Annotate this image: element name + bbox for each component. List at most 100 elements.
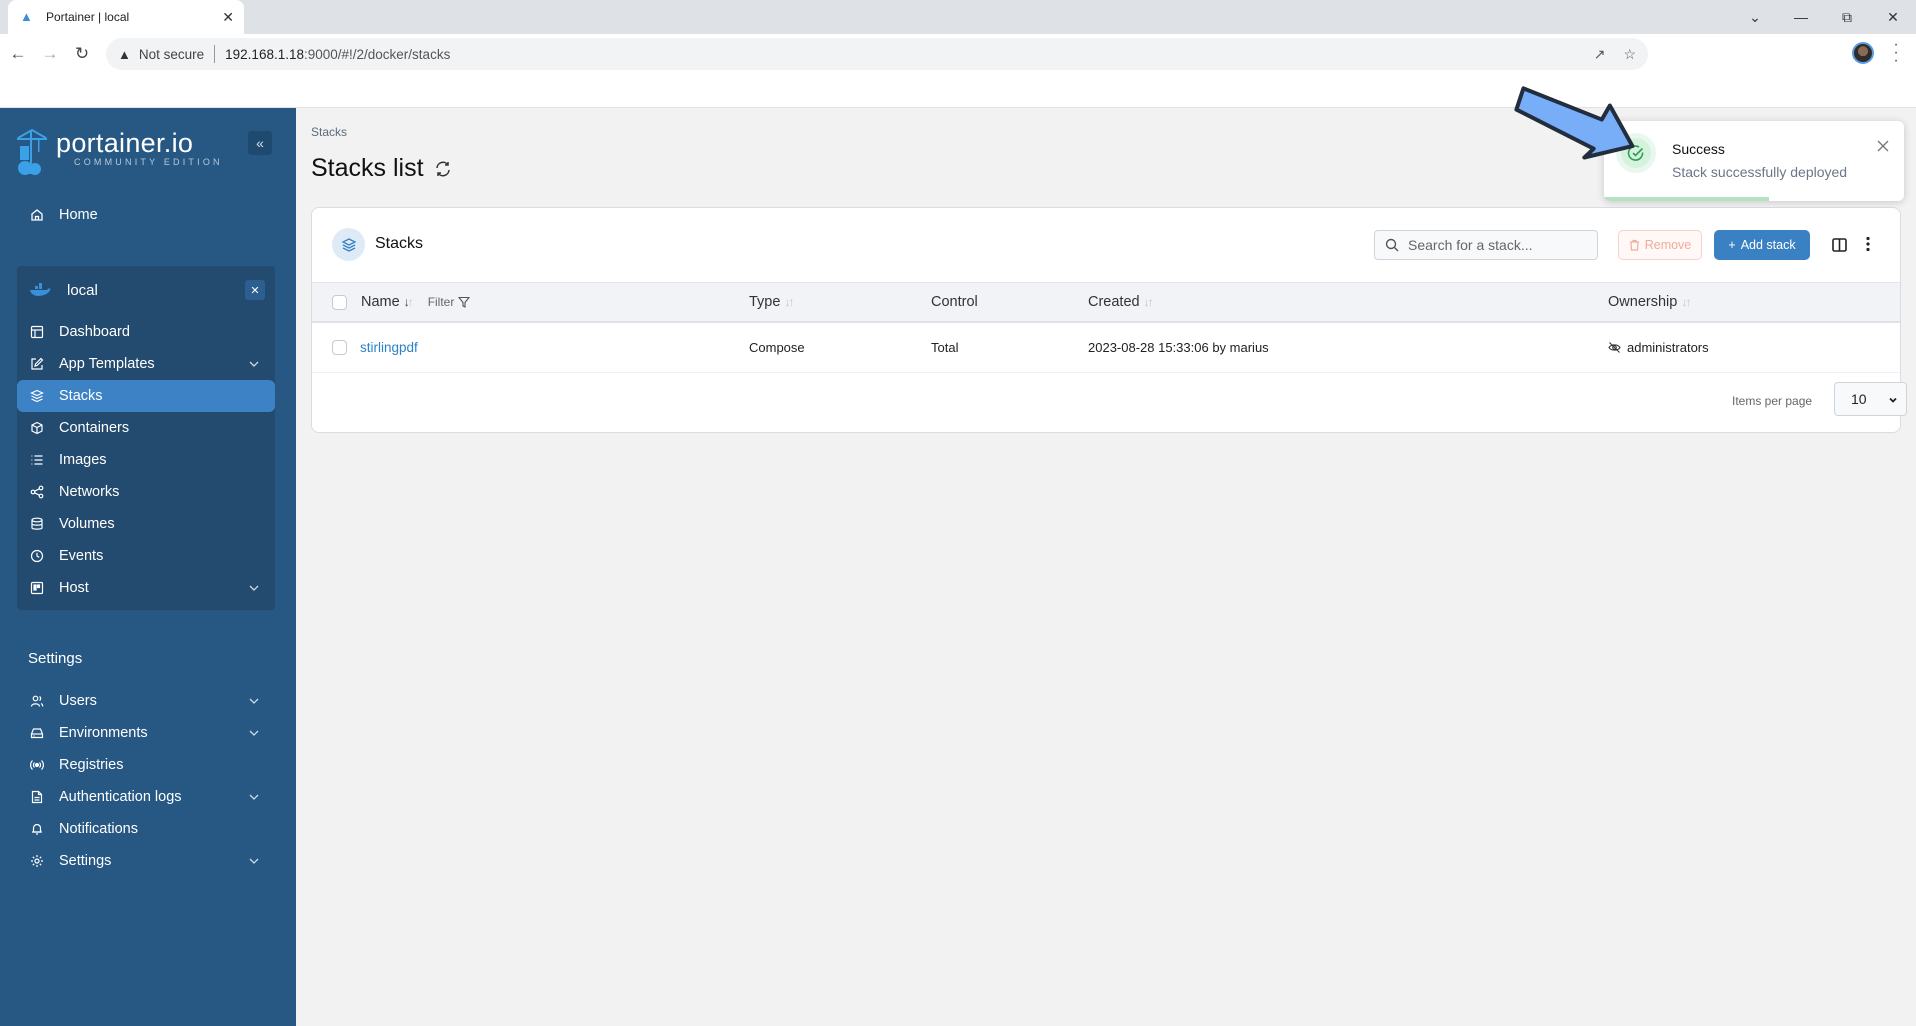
- sidebar-item-volumes[interactable]: Volumes: [17, 508, 275, 540]
- chevron-down-icon[interactable]: [247, 726, 261, 740]
- sidebar-item-label: Images: [59, 452, 107, 468]
- chevron-down-icon[interactable]: [247, 694, 261, 708]
- search-box: [1374, 230, 1598, 260]
- chevron-down-icon[interactable]: [247, 854, 261, 868]
- search-input[interactable]: [1408, 237, 1588, 253]
- column-ownership[interactable]: Ownership ↓↑: [1608, 283, 1691, 321]
- sidebar-item-label: Stacks: [59, 388, 103, 404]
- column-name-label: Name: [361, 294, 400, 310]
- sidebar-item-containers[interactable]: Containers: [17, 412, 275, 444]
- sidebar-item-label: Events: [59, 548, 104, 564]
- items-per-page-label: Items per page: [1732, 394, 1813, 408]
- add-stack-label: Add stack: [1740, 238, 1796, 252]
- dashboard-icon: [29, 324, 45, 340]
- portainer-crane-icon: [17, 128, 47, 175]
- chevron-down-icon[interactable]: [247, 357, 261, 371]
- sidebar-item-dashboard[interactable]: Dashboard: [17, 316, 275, 348]
- browser-tabbar: ▲ Portainer | local ✕ ⌄ — ⧉ ✕: [0, 0, 1916, 34]
- stack-name-link[interactable]: stirlingpdf: [360, 340, 418, 355]
- window-controls: ⌄ — ⧉ ✕: [1732, 0, 1916, 34]
- clock-icon: [29, 548, 45, 564]
- minimize-icon[interactable]: —: [1778, 0, 1824, 34]
- sidebar-item-authentication-logs[interactable]: Authentication logs: [17, 781, 275, 813]
- plus-icon: +: [1728, 238, 1736, 252]
- column-control-label: Control: [931, 294, 978, 310]
- sidebar-item-stacks[interactable]: Stacks: [17, 380, 275, 412]
- settings-section-heading: Settings: [28, 650, 83, 667]
- sort-icon[interactable]: ↓↑: [784, 295, 794, 309]
- sidebar-item-home[interactable]: Home: [17, 199, 275, 231]
- share-icon[interactable]: ↗: [1594, 46, 1606, 63]
- eye-off-icon: [1608, 342, 1621, 353]
- sidebar-item-settings[interactable]: Settings: [17, 845, 275, 877]
- select-all-checkbox[interactable]: [332, 294, 347, 310]
- sidebar-item-label: Networks: [59, 484, 120, 500]
- sidebar-item-registries[interactable]: Registries: [17, 749, 275, 781]
- sidebar: portainer.io COMMUNITY EDITION « Home lo…: [0, 108, 296, 1026]
- toast-close-icon[interactable]: [1876, 139, 1890, 153]
- bell-icon: [29, 821, 45, 837]
- back-icon[interactable]: ←: [4, 40, 32, 68]
- sidebar-item-label: Notifications: [59, 821, 138, 837]
- sort-icon[interactable]: ↓↑: [404, 295, 414, 309]
- host-icon: [29, 580, 45, 596]
- bookmark-star-icon[interactable]: ☆: [1623, 46, 1636, 63]
- brand-edition: COMMUNITY EDITION: [74, 157, 223, 167]
- browser-menu-icon[interactable]: · · ·: [1890, 37, 1902, 69]
- sort-icon[interactable]: ↓↑: [1681, 295, 1691, 309]
- environment-header: local ✕: [17, 270, 275, 310]
- sidebar-item-users[interactable]: Users: [17, 685, 275, 717]
- items-per-page-select[interactable]: 10: [1834, 382, 1907, 416]
- table-row: stirlingpdf Compose Total 2023-08-28 15:…: [312, 323, 1900, 373]
- browser-tab[interactable]: ▲ Portainer | local ✕: [8, 0, 244, 34]
- edit-icon: [29, 356, 45, 372]
- toast-status-badge: [1616, 133, 1656, 173]
- column-created[interactable]: Created ↓↑: [1088, 283, 1154, 321]
- more-options-icon[interactable]: [1865, 236, 1871, 252]
- portainer-logo[interactable]: portainer.io COMMUNITY EDITION: [16, 128, 223, 176]
- warning-icon: ▲: [118, 46, 131, 62]
- sort-icon[interactable]: ↓↑: [1144, 295, 1154, 309]
- breadcrumb: Stacks: [311, 125, 348, 139]
- search-icon: [1385, 238, 1399, 252]
- chevron-down-icon[interactable]: [247, 790, 261, 804]
- content-top-strip: [0, 74, 1916, 108]
- page-title: Stacks list: [311, 154, 452, 183]
- check-circle-icon: [1627, 145, 1644, 161]
- remove-button[interactable]: Remove: [1618, 230, 1702, 260]
- collapse-sidebar-button[interactable]: «: [248, 131, 272, 155]
- column-name[interactable]: Name ↓↑ Filter: [361, 283, 471, 321]
- tab-search-icon[interactable]: ⌄: [1732, 0, 1778, 34]
- sidebar-item-app-templates[interactable]: App Templates: [17, 348, 275, 380]
- sidebar-item-host[interactable]: Host: [17, 572, 275, 604]
- sidebar-item-networks[interactable]: Networks: [17, 476, 275, 508]
- tab-close-icon[interactable]: ✕: [222, 9, 234, 26]
- filter-button[interactable]: Filter: [428, 295, 471, 309]
- chevron-down-icon[interactable]: [247, 581, 261, 595]
- sidebar-item-environments[interactable]: Environments: [17, 717, 275, 749]
- restore-icon[interactable]: ⧉: [1824, 0, 1870, 34]
- success-toast: Success Stack successfully deployed: [1604, 121, 1904, 201]
- row-checkbox[interactable]: [332, 340, 347, 355]
- url-host: 192.168.1.18: [225, 46, 304, 62]
- security-label: Not secure: [138, 46, 205, 62]
- sidebar-item-notifications[interactable]: Notifications: [17, 813, 275, 845]
- add-stack-button[interactable]: + Add stack: [1714, 230, 1810, 260]
- select-all-cell: [332, 283, 347, 321]
- profile-avatar[interactable]: [1852, 42, 1874, 64]
- forward-icon[interactable]: →: [36, 40, 64, 68]
- column-type[interactable]: Type ↓↑: [749, 283, 794, 321]
- close-environment-button[interactable]: ✕: [245, 280, 265, 300]
- url-input[interactable]: ▲ Not secure 192.168.1.18:9000/#!/2/dock…: [106, 38, 1648, 70]
- window-close-icon[interactable]: ✕: [1870, 0, 1916, 34]
- toast-progress-track: [1604, 197, 1904, 201]
- toast-title: Success: [1672, 141, 1725, 157]
- stack-created-cell: 2023-08-28 15:33:06 by marius: [1088, 340, 1269, 355]
- sidebar-item-events[interactable]: Events: [17, 540, 275, 572]
- columns-icon[interactable]: [1832, 238, 1847, 252]
- sidebar-item-images[interactable]: Images: [17, 444, 275, 476]
- portainer-favicon-icon: ▲: [20, 9, 33, 24]
- refresh-icon[interactable]: [434, 160, 452, 178]
- database-icon: [29, 516, 45, 532]
- reload-icon[interactable]: ↻: [68, 40, 96, 68]
